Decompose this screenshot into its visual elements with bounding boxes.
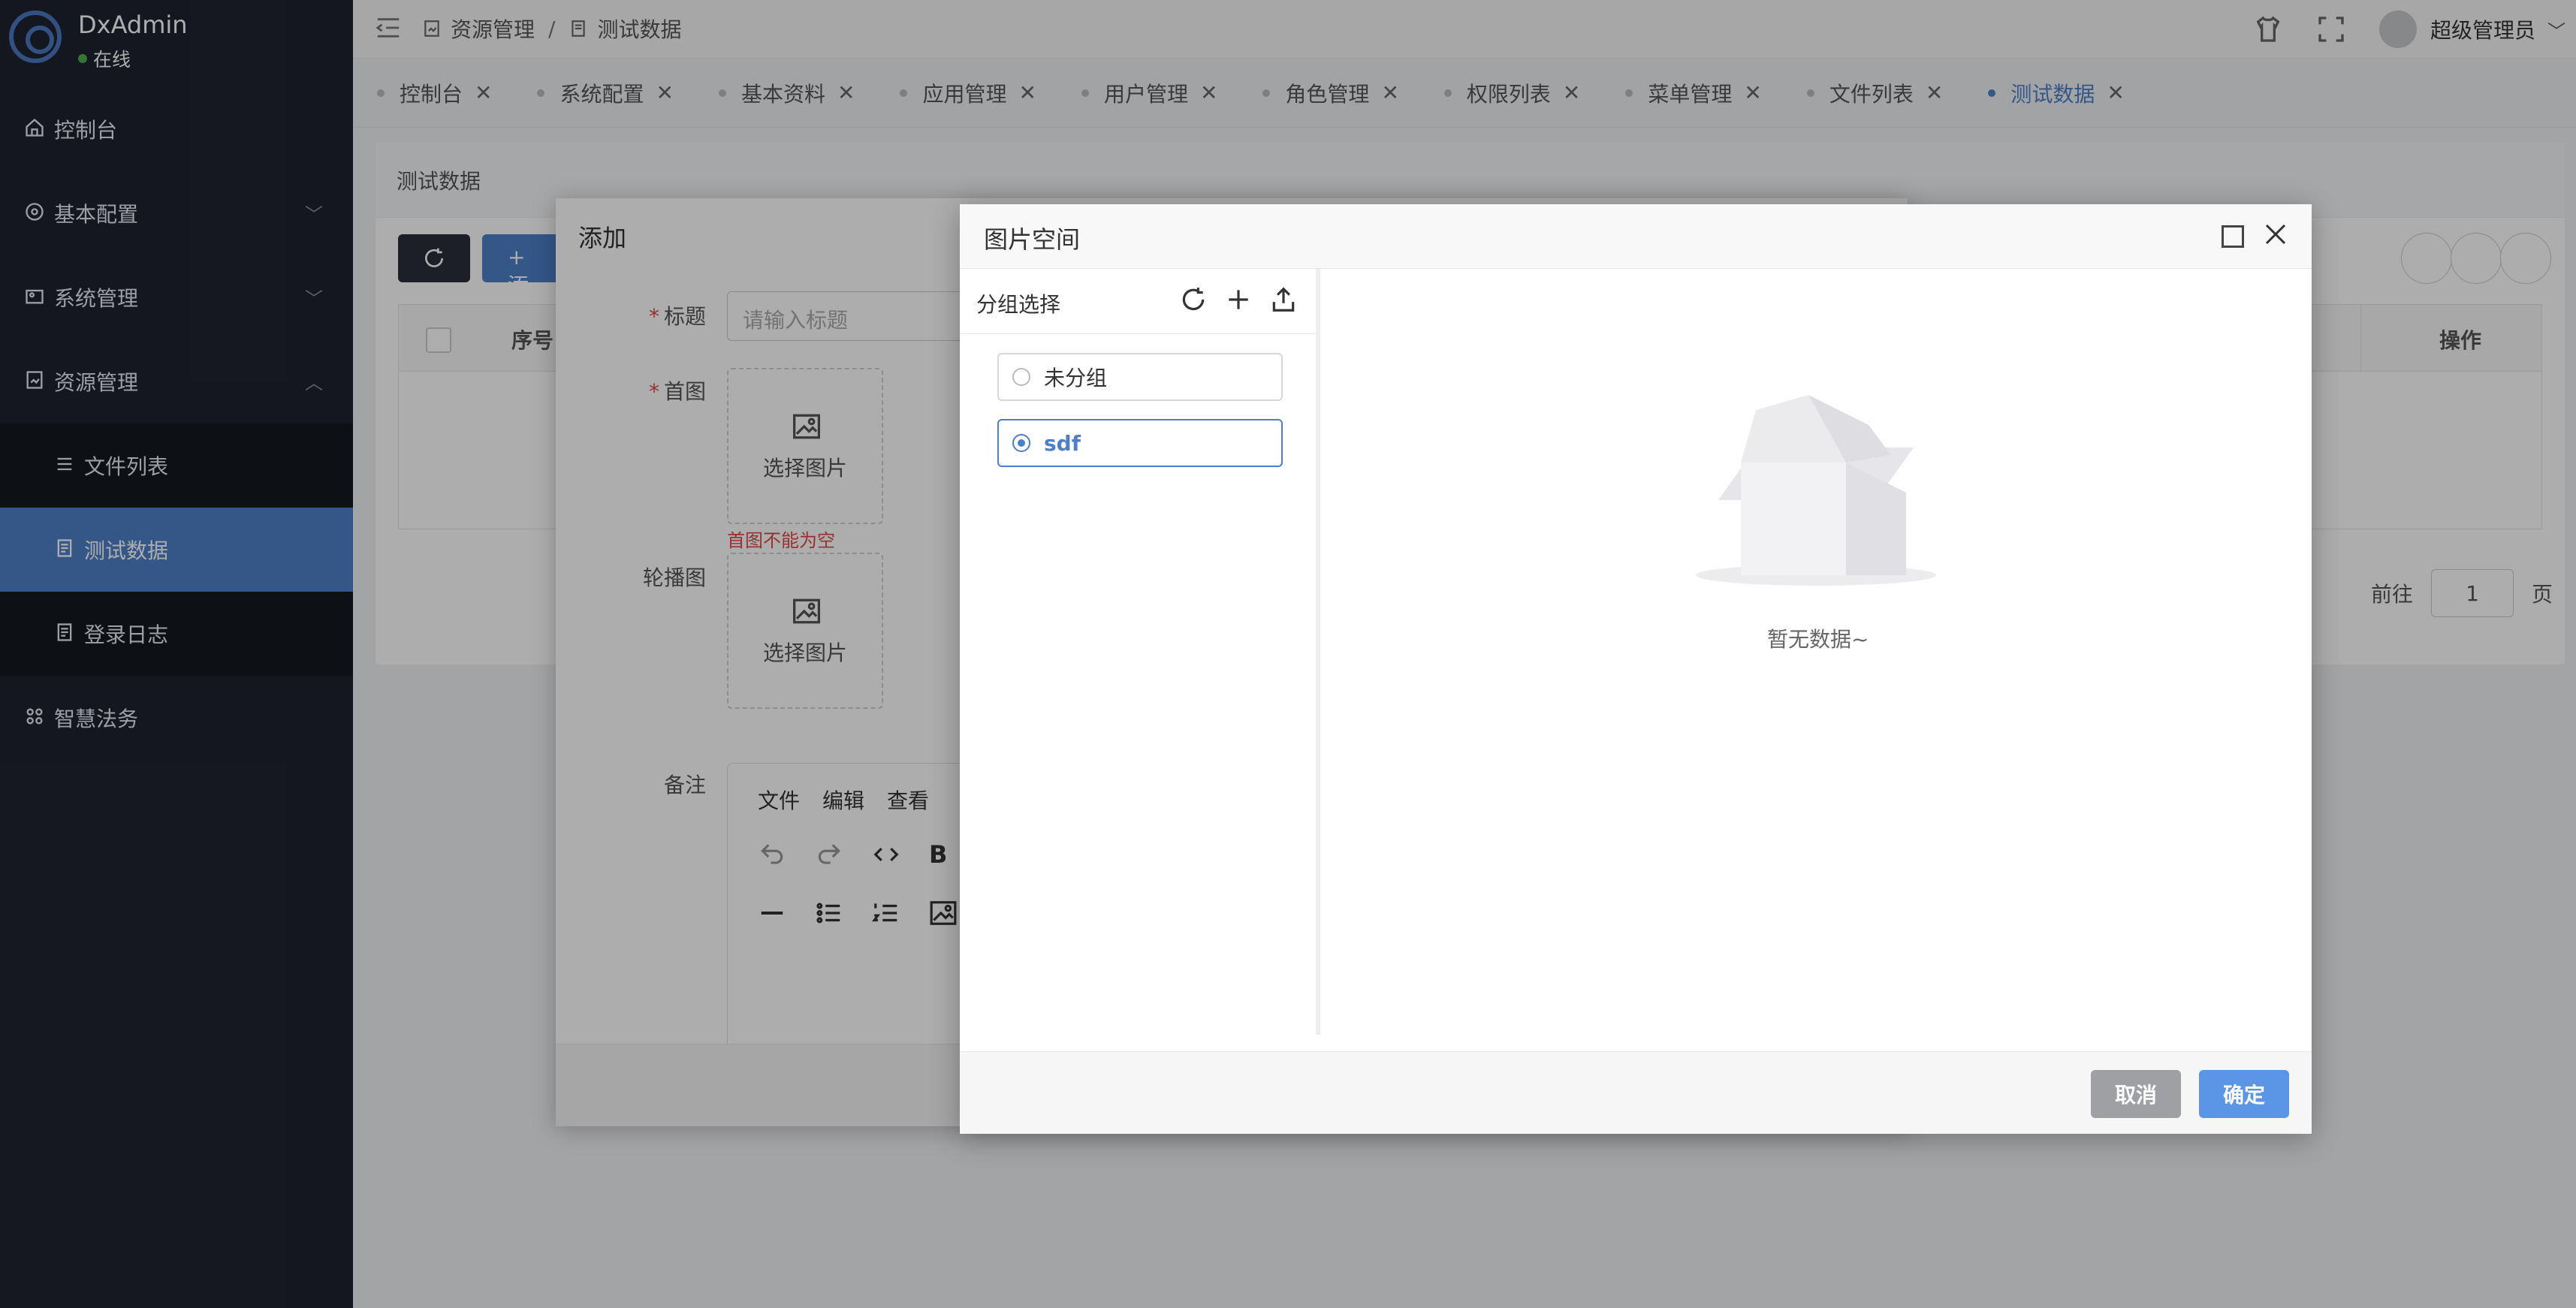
cancel-button[interactable]: 取消 bbox=[2091, 1070, 2181, 1118]
divider bbox=[960, 333, 1316, 334]
radio-icon bbox=[1012, 368, 1030, 386]
close-icon[interactable] bbox=[2262, 221, 2289, 248]
confirm-button[interactable]: 确定 bbox=[2199, 1070, 2289, 1118]
dialog-footer: 取消 确定 bbox=[960, 1051, 2312, 1134]
empty-box-icon bbox=[1696, 395, 1936, 586]
group-tools bbox=[1179, 285, 1298, 314]
dialog-title: 图片空间 bbox=[984, 225, 1081, 254]
maximize-icon[interactable] bbox=[2222, 225, 2244, 248]
plus-icon[interactable] bbox=[1224, 285, 1253, 314]
group-item-label: 未分组 bbox=[1044, 366, 1108, 390]
image-space-dialog: 图片空间 分组选择 未分组 sdf 暂无数据~ 取消 确定 bbox=[960, 204, 2312, 1134]
group-item-sdf[interactable]: sdf bbox=[997, 419, 1283, 467]
empty-text: 暂无数据~ bbox=[1767, 627, 1869, 652]
radio-checked-icon bbox=[1012, 434, 1030, 452]
upload-icon[interactable] bbox=[1269, 285, 1298, 314]
group-item-label: sdf bbox=[1044, 430, 1081, 456]
group-panel: 分组选择 未分组 sdf bbox=[960, 269, 1320, 1035]
dialog-header: 图片空间 bbox=[960, 204, 2312, 269]
group-select-label: 分组选择 bbox=[976, 292, 1061, 317]
group-item-ungrouped[interactable]: 未分组 bbox=[997, 353, 1283, 401]
refresh-icon[interactable] bbox=[1179, 285, 1208, 314]
